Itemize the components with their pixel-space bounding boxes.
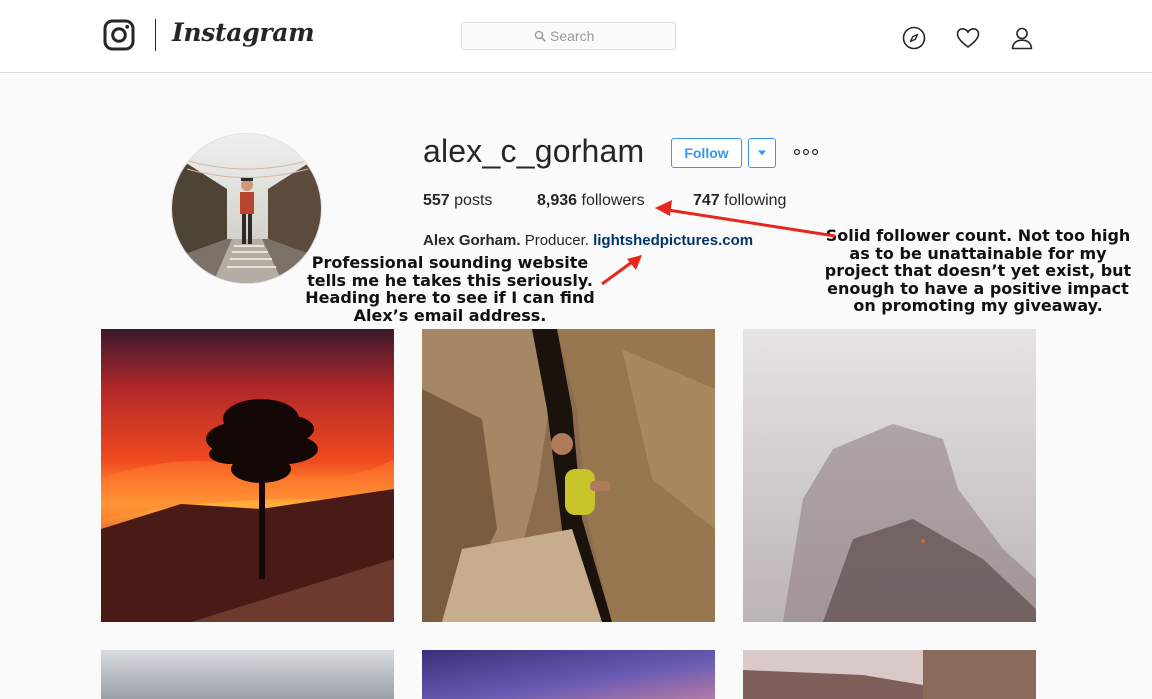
search-box[interactable] [461, 22, 676, 50]
compass-icon[interactable] [902, 26, 926, 50]
bio-website-link[interactable]: lightshedpictures.com [593, 232, 753, 249]
purple-sky-photo [422, 650, 715, 699]
post-thumbnail[interactable] [743, 329, 1036, 622]
following-label: following [724, 192, 787, 209]
followers-label: followers [581, 192, 645, 209]
instagram-logo-icon[interactable] [103, 19, 135, 51]
more-options-icon[interactable] [793, 147, 819, 157]
follow-button[interactable]: Follow [671, 138, 742, 168]
posts-stat: 557 posts [423, 192, 492, 210]
rock-climber-photo [422, 329, 715, 622]
bio-description: Producer. [524, 232, 589, 249]
profile-icon[interactable] [1010, 26, 1034, 50]
caret-down-icon [758, 150, 766, 156]
bio-full-name: Alex Gorham. [423, 232, 521, 249]
search-input[interactable] [462, 23, 675, 49]
foggy-rock-photo [743, 329, 1036, 622]
heart-icon[interactable] [956, 26, 980, 50]
followers-count: 8,936 [537, 192, 578, 209]
posts-count: 557 [423, 192, 450, 209]
sunset-tree-photo [101, 329, 394, 622]
followers-stat[interactable]: 8,936 followers [537, 192, 645, 210]
post-thumbnail[interactable] [101, 650, 394, 699]
followers-annotation: Solid follower count. Not too high as to… [824, 226, 1132, 315]
suggestions-dropdown-button[interactable] [748, 138, 776, 168]
logo-divider [155, 19, 156, 51]
post-thumbnail[interactable] [422, 650, 715, 699]
website-arrow [601, 255, 642, 286]
following-stat[interactable]: 747 following [693, 192, 786, 210]
posts-label: posts [454, 192, 493, 209]
profile-username: alex_c_gorham [423, 133, 645, 169]
website-annotation: Professional sounding website tells me h… [305, 253, 595, 325]
following-count: 747 [693, 192, 720, 209]
canyon-photo [743, 650, 1036, 699]
cloudy-sky-photo [101, 650, 394, 699]
post-thumbnail[interactable] [422, 329, 715, 622]
profile-bio: Alex Gorham. Producer. lightshedpictures… [423, 232, 753, 249]
instagram-wordmark[interactable]: Instagram [172, 18, 315, 47]
post-thumbnail[interactable] [101, 329, 394, 622]
post-thumbnail[interactable] [743, 650, 1036, 699]
top-navigation: Instagram [0, 0, 1152, 73]
